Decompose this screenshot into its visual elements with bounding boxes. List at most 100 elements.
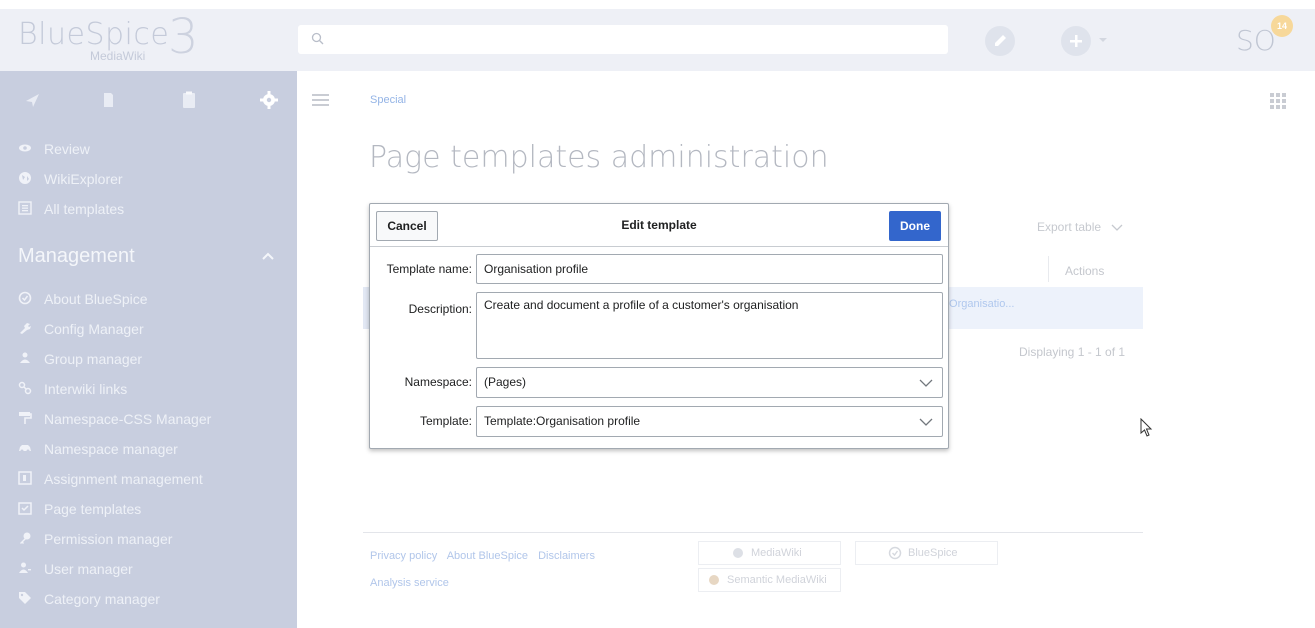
column-header-actions: Actions <box>1065 264 1105 278</box>
clipboard-icon[interactable] <box>178 89 200 111</box>
bluespice-icon <box>888 546 902 560</box>
apps-grid-icon[interactable] <box>1268 91 1288 111</box>
page-template-icon <box>18 502 32 515</box>
logo-subtext: MediaWiki <box>90 49 146 63</box>
sidebar-item-group-manager[interactable]: Group manager <box>18 351 288 381</box>
book-icon[interactable] <box>98 89 120 111</box>
sidebar-management-list: About BlueSpice Config Manager Group man… <box>18 291 288 621</box>
chevron-down-icon <box>1111 224 1123 231</box>
template-select[interactable]: Template:Organisation profile <box>476 406 943 437</box>
sidebar-item-wikiexplorer[interactable]: WikiExplorer <box>18 171 288 201</box>
sidebar-item-label: Namespace manager <box>44 441 178 457</box>
edit-button[interactable] <box>985 26 1015 56</box>
chevron-down-icon <box>919 418 933 426</box>
sidebar-item-namespace-css-manager[interactable]: Namespace-CSS Manager <box>18 411 288 441</box>
sidebar-item-label: WikiExplorer <box>44 171 123 187</box>
group-icon <box>20 352 30 363</box>
eye-icon <box>19 144 31 152</box>
badge-label: Semantic MediaWiki <box>727 574 827 586</box>
breadcrumb[interactable]: Special <box>370 94 406 106</box>
sidebar-item-assignment-management[interactable]: Assignment management <box>18 471 288 501</box>
sidebar-item-category-manager[interactable]: Category manager <box>18 591 288 621</box>
semantic-mediawiki-icon <box>709 575 719 585</box>
description-value: Create and document a profile of a custo… <box>484 298 799 312</box>
pagination-status: Displaying 1 - 1 of 1 <box>1019 345 1126 359</box>
pencil-icon <box>995 35 1006 46</box>
sidebar-item-about-bluespice[interactable]: About BlueSpice <box>18 291 288 321</box>
search-icon <box>311 32 324 45</box>
link-icon <box>18 381 32 395</box>
plus-icon <box>1070 35 1082 47</box>
sidebar-management-heading[interactable]: Management <box>18 245 278 268</box>
template-name-value: Organisation profile <box>484 262 589 276</box>
mouse-pointer-icon <box>1140 418 1153 437</box>
user-avatar[interactable]: SO <box>1236 24 1276 57</box>
table-header: Actions <box>940 248 1143 286</box>
gear-icon[interactable] <box>258 89 280 111</box>
sidebar-item-config-manager[interactable]: Config Manager <box>18 321 288 351</box>
description-textarea[interactable]: Create and document a profile of a custo… <box>476 292 943 359</box>
dialog-header: Edit template Cancel Done <box>370 204 948 247</box>
about-bluespice-link[interactable]: About BlueSpice <box>447 550 528 562</box>
description-label: Description: <box>408 302 472 316</box>
sidebar-item-permission-manager[interactable]: Permission manager <box>18 531 288 561</box>
sidebar-item-namespace-manager[interactable]: Namespace manager <box>18 441 288 471</box>
namespace-label: Namespace: <box>404 375 472 389</box>
cancel-button[interactable]: Cancel <box>376 211 438 241</box>
bluespice-logo[interactable]: BlueSpice MediaWiki 3 <box>18 9 218 65</box>
footer-links-secondary: Analysis service <box>370 577 449 589</box>
sidebar-item-label: Config Manager <box>44 321 144 337</box>
privacy-policy-link[interactable]: Privacy policy <box>370 550 437 562</box>
page: BlueSpice MediaWiki 3 SO 14 Review WikiE… <box>0 0 1315 628</box>
clock-icon <box>18 291 32 305</box>
globe-icon <box>19 172 31 184</box>
done-button[interactable]: Done <box>889 211 941 241</box>
semantic-mediawiki-badge[interactable]: Semantic MediaWiki <box>698 568 841 592</box>
sidebar: Review WikiExplorer All templates Manage… <box>0 71 297 628</box>
sidebar-item-label: All templates <box>44 201 125 217</box>
wrench-icon <box>20 323 31 334</box>
sidebar-item-page-templates[interactable]: Page templates <box>18 501 288 531</box>
sidebar-item-review[interactable]: Review <box>18 141 288 171</box>
logo-version: 3 <box>168 9 199 65</box>
sidebar-item-label: Namespace-CSS Manager <box>44 411 212 427</box>
compass-icon[interactable] <box>22 89 44 111</box>
footer-links: Privacy policy About BlueSpice Disclaime… <box>370 550 602 562</box>
template-value: Template:Organisation profile <box>484 414 641 428</box>
analysis-service-link[interactable]: Analysis service <box>370 577 449 589</box>
sidebar-item-all-templates[interactable]: All templates <box>18 201 288 231</box>
template-link[interactable]: :Organisatio... <box>946 298 1014 310</box>
management-heading-label: Management <box>18 245 135 267</box>
sidebar-item-interwiki-links[interactable]: Interwiki links <box>18 381 288 411</box>
menu-icon[interactable] <box>311 92 331 108</box>
paint-roller-icon <box>19 412 32 424</box>
export-table-button[interactable]: Export table <box>1037 220 1124 234</box>
logo-text: BlueSpice <box>18 17 170 52</box>
mediawiki-badge[interactable]: MediaWiki <box>698 541 841 565</box>
badge-label: BlueSpice <box>908 547 958 559</box>
sidebar-item-label: Assignment management <box>44 471 203 487</box>
caret-down-icon[interactable] <box>1096 33 1110 47</box>
footer-divider <box>363 532 1143 533</box>
search-input[interactable] <box>298 25 948 54</box>
add-button[interactable] <box>1061 26 1091 56</box>
column-divider <box>1048 256 1049 282</box>
user-icon <box>19 562 31 573</box>
namespace-select[interactable]: (Pages) <box>476 367 943 398</box>
key-icon <box>20 532 31 544</box>
chevron-down-icon <box>919 379 933 387</box>
template-label: Template: <box>419 414 472 428</box>
edit-template-dialog: Edit template Cancel Done Template name:… <box>369 203 949 449</box>
sidebar-item-user-manager[interactable]: User manager <box>18 561 288 591</box>
sidebar-item-label: Interwiki links <box>44 381 128 397</box>
template-name-input[interactable]: Organisation profile <box>476 254 943 284</box>
dialog-title: Edit template <box>621 218 697 232</box>
sidebar-top-list: Review WikiExplorer All templates <box>18 141 288 231</box>
export-table-label: Export table <box>1037 220 1102 234</box>
disclaimers-link[interactable]: Disclaimers <box>538 550 595 562</box>
namespace-value: (Pages) <box>484 375 527 389</box>
notification-badge[interactable]: 14 <box>1271 15 1293 37</box>
badge-label: MediaWiki <box>751 547 802 559</box>
top-header: BlueSpice MediaWiki 3 SO 14 <box>0 9 1315 71</box>
bluespice-badge[interactable]: BlueSpice <box>855 541 998 565</box>
